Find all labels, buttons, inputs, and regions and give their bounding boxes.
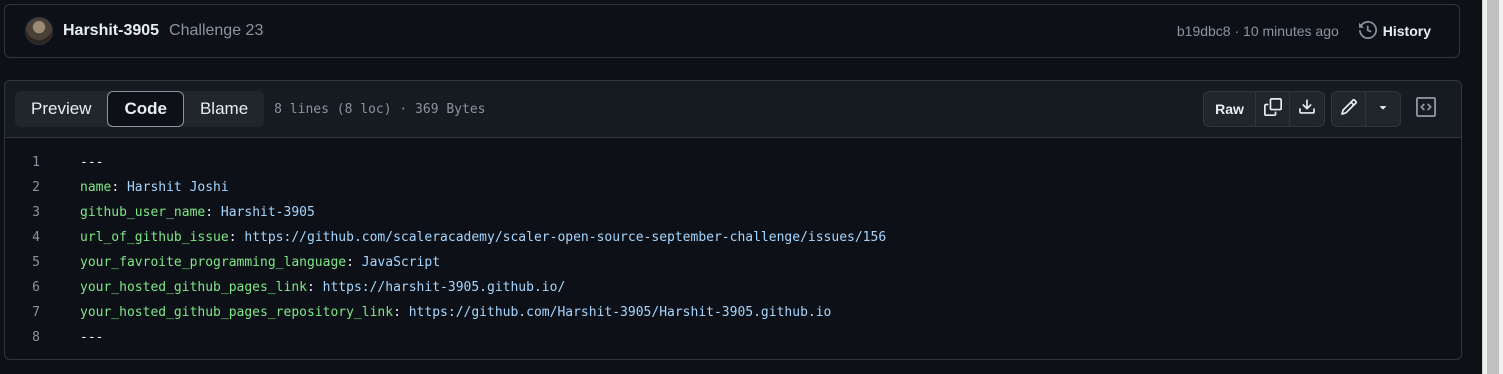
file-info: 8 lines (8 loc) · 369 Bytes xyxy=(274,101,486,117)
yaml-separator: --- xyxy=(80,330,104,345)
raw-button[interactable]: Raw xyxy=(1204,92,1256,126)
pencil-icon xyxy=(1340,98,1358,121)
copy-raw-button[interactable] xyxy=(1256,92,1290,126)
yaml-colon: : xyxy=(346,255,362,270)
file-viewer: Preview Code Blame 8 lines (8 loc) · 369… xyxy=(4,80,1462,360)
line-number[interactable]: 7 xyxy=(5,305,80,320)
yaml-key: your_favroite_programming_language xyxy=(80,255,347,270)
code-view: 1 --- 2 name: Harshit Joshi 3 github_use… xyxy=(5,138,1461,350)
edit-actions-group xyxy=(1331,91,1401,127)
line-content: --- xyxy=(80,155,103,170)
line-number[interactable]: 3 xyxy=(5,205,80,220)
line-number[interactable]: 1 xyxy=(5,155,80,170)
yaml-colon: : xyxy=(205,205,221,220)
commit-author[interactable]: Harshit-3905 xyxy=(63,22,159,40)
more-edit-options-button[interactable] xyxy=(1366,92,1400,126)
triangle-down-icon xyxy=(1376,100,1390,119)
code-line: 4 url_of_github_issue: https://github.co… xyxy=(5,225,1461,250)
page-scrollbar[interactable] xyxy=(1482,0,1503,374)
line-number[interactable]: 2 xyxy=(5,180,80,195)
line-number[interactable]: 4 xyxy=(5,230,80,245)
yaml-value: Harshit-3905 xyxy=(220,205,315,220)
line-number[interactable]: 6 xyxy=(5,280,80,295)
history-label: History xyxy=(1382,23,1431,39)
author-avatar[interactable] xyxy=(25,17,53,45)
yaml-colon: : xyxy=(393,305,409,320)
scrollbar-thumb[interactable] xyxy=(1487,0,1499,374)
line-number[interactable]: 8 xyxy=(5,330,80,345)
code-line: 1 --- xyxy=(5,150,1461,175)
yaml-key: name xyxy=(80,180,112,195)
commit-meta[interactable]: b19dbc8 · 10 minutes ago xyxy=(1177,23,1339,39)
file-header: Preview Code Blame 8 lines (8 loc) · 369… xyxy=(5,81,1461,138)
tab-preview[interactable]: Preview xyxy=(15,91,107,127)
line-content: github_user_name: Harshit-3905 xyxy=(80,205,315,220)
line-content: your_hosted_github_pages_repository_link… xyxy=(80,305,831,320)
copy-icon xyxy=(1263,97,1282,121)
yaml-key: your_hosted_github_pages_link xyxy=(80,280,307,295)
tab-code[interactable]: Code xyxy=(107,91,184,127)
yaml-value: https://github.com/scaleracademy/scaler-… xyxy=(244,230,887,245)
history-icon xyxy=(1358,20,1377,42)
line-content: name: Harshit Joshi xyxy=(80,180,229,195)
code-square-icon xyxy=(1416,96,1436,122)
line-number[interactable]: 5 xyxy=(5,255,80,270)
yaml-value: JavaScript xyxy=(361,255,441,270)
code-line: 5 your_favroite_programming_language: Ja… xyxy=(5,250,1461,275)
yaml-value: Harshit Joshi xyxy=(126,180,229,195)
tab-blame[interactable]: Blame xyxy=(184,91,264,127)
download-button[interactable] xyxy=(1290,92,1324,126)
code-line: 6 your_hosted_github_pages_link: https:/… xyxy=(5,275,1461,300)
line-content: --- xyxy=(80,330,103,345)
raw-actions-group: Raw xyxy=(1203,91,1325,127)
code-line: 3 github_user_name: Harshit-3905 xyxy=(5,200,1461,225)
symbols-panel-button[interactable] xyxy=(1409,92,1443,126)
yaml-value: https://github.com/Harshit-3905/Harshit-… xyxy=(408,305,832,320)
commit-message[interactable]: Challenge 23 xyxy=(169,22,263,40)
yaml-key: your_hosted_github_pages_repository_link xyxy=(80,305,394,320)
yaml-colon: : xyxy=(228,230,245,245)
view-mode-tabs: Preview Code Blame xyxy=(15,91,265,127)
download-icon xyxy=(1298,98,1316,121)
yaml-value: https://harshit-3905.github.io/ xyxy=(322,280,566,295)
line-content: your_favroite_programming_language: Java… xyxy=(80,255,440,270)
line-content: your_hosted_github_pages_link: https://h… xyxy=(80,280,565,295)
yaml-key: url_of_github_issue xyxy=(80,230,229,245)
code-line: 7 your_hosted_github_pages_repository_li… xyxy=(5,300,1461,325)
yaml-key: github_user_name xyxy=(80,205,206,220)
edit-file-button[interactable] xyxy=(1332,92,1366,126)
yaml-separator: --- xyxy=(80,155,104,170)
code-line: 2 name: Harshit Joshi xyxy=(5,175,1461,200)
latest-commit-bar: Harshit-3905 Challenge 23 b19dbc8 · 10 m… xyxy=(4,4,1460,58)
code-line: 8 --- xyxy=(5,325,1461,350)
yaml-colon: : xyxy=(111,180,127,195)
history-button[interactable]: History xyxy=(1358,20,1431,42)
yaml-colon: : xyxy=(306,280,323,295)
line-content: url_of_github_issue: https://github.com/… xyxy=(80,230,886,245)
